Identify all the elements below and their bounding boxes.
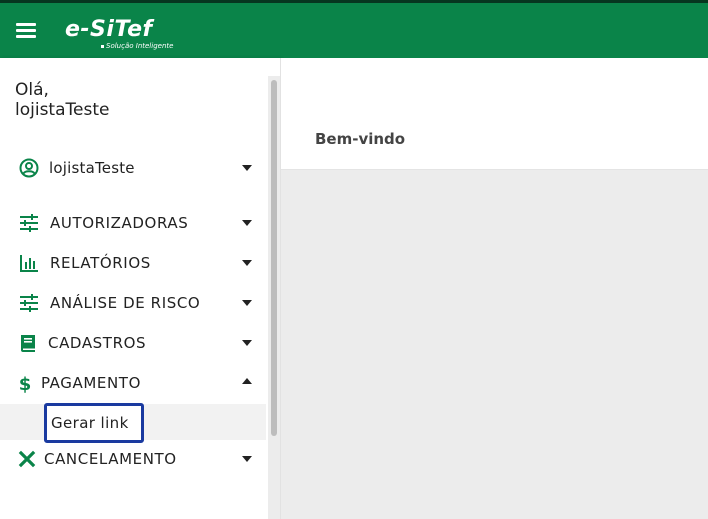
user-circle-icon (19, 158, 39, 178)
sliders-icon (20, 294, 38, 312)
brand-name: e-SiTef (65, 17, 153, 42)
sidebar-item-label: CANCELAMENTO (44, 450, 177, 468)
submenu-item-label: Gerar link (51, 414, 129, 432)
sidebar-item-label: CADASTROS (48, 334, 147, 352)
scrollbar-thumb[interactable] (271, 80, 277, 436)
svg-text:$: $ (19, 374, 32, 393)
chevron-down-icon (242, 456, 252, 462)
content-header: Bem-vindo (281, 58, 708, 170)
sidebar-item-label: AUTORIZADORAS (50, 214, 189, 232)
chevron-down-icon (242, 340, 252, 346)
sidebar-item-label: RELATÓRIOS (50, 254, 151, 272)
chevron-up-icon (242, 378, 252, 384)
sliders-icon (20, 214, 38, 232)
bar-chart-icon (20, 255, 38, 272)
chevron-down-icon (242, 220, 252, 226)
dollar-icon: $ (19, 374, 32, 393)
greeting-line1: Olá, (15, 80, 49, 100)
chevron-down-icon (242, 300, 252, 306)
page-title: Bem-vindo (315, 130, 406, 148)
sidebar-item-label: ANÁLISE DE RISCO (50, 294, 201, 312)
sidebar-item-label: PAGAMENTO (41, 374, 141, 392)
sidebar-item-cancelamento[interactable]: CANCELAMENTO (0, 441, 266, 477)
sidebar-item-cadastros[interactable]: CADASTROS (0, 325, 266, 361)
book-icon (21, 335, 35, 352)
sidebar: Olá, lojistaTeste lojistaTeste AUTORIZAD… (0, 58, 281, 519)
content-area (281, 170, 708, 519)
top-app-bar: e-SiTef Solução Inteligente (0, 0, 708, 58)
sidebar-item-label: lojistaTeste (49, 159, 135, 177)
greeting: Olá, lojistaTeste (15, 80, 109, 120)
sidebar-item-analise-de-risco[interactable]: ANÁLISE DE RISCO (0, 285, 266, 321)
sidebar-item-user[interactable]: lojistaTeste (0, 150, 266, 186)
sidebar-item-relatorios[interactable]: RELATÓRIOS (0, 245, 266, 281)
greeting-username: lojistaTeste (15, 100, 110, 120)
close-x-icon (18, 450, 36, 468)
submenu-item-gerar-link[interactable]: Gerar link (44, 403, 144, 443)
chevron-down-icon (242, 260, 252, 266)
hamburger-menu-icon[interactable] (14, 20, 38, 42)
sidebar-item-pagamento[interactable]: $ PAGAMENTO (0, 365, 266, 401)
sidebar-item-autorizadoras[interactable]: AUTORIZADORAS (0, 205, 266, 241)
brand-tagline: Solução Inteligente (101, 42, 173, 50)
chevron-down-icon (242, 165, 252, 171)
brand-logo[interactable]: e-SiTef Solução Inteligente (63, 11, 173, 53)
